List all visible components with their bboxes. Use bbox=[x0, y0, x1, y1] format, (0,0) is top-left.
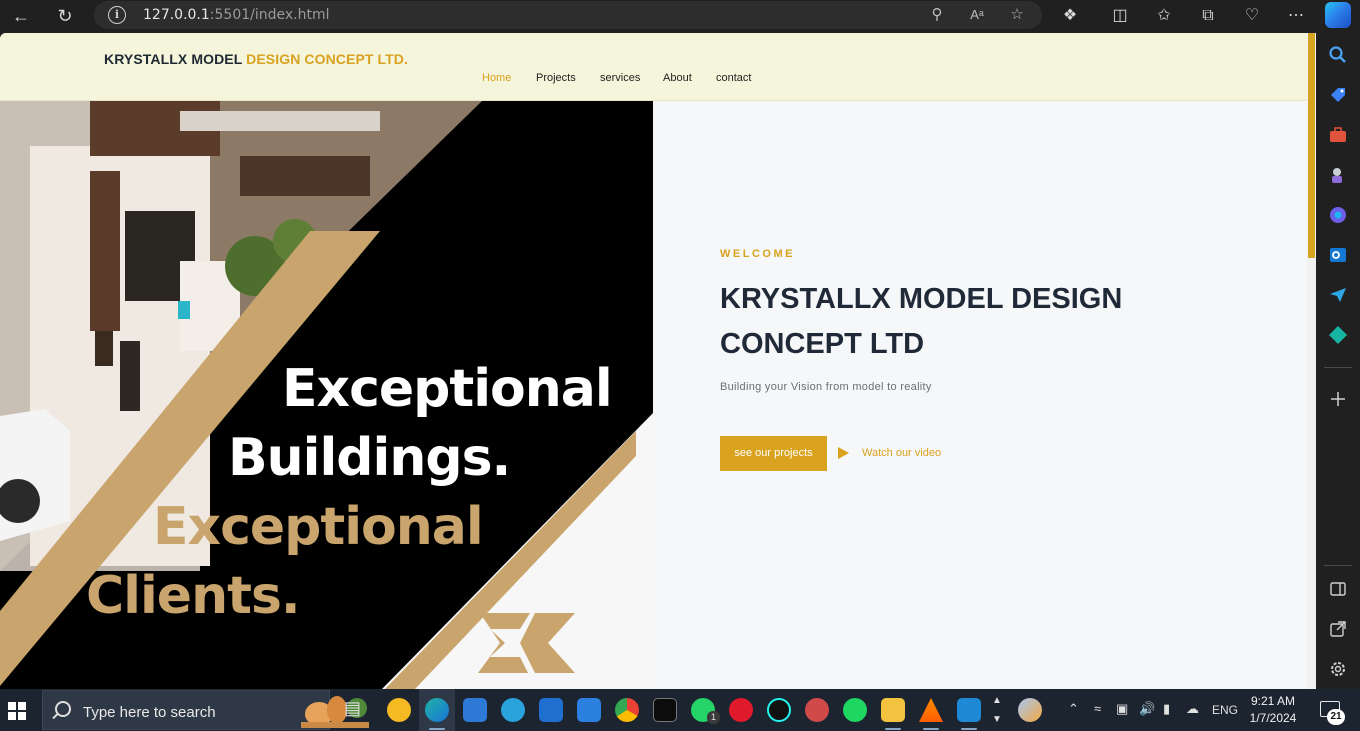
task-view-icon[interactable]: ▤ bbox=[344, 698, 361, 719]
file-explorer-icon[interactable] bbox=[881, 698, 905, 722]
calendar-app-icon[interactable] bbox=[577, 698, 601, 722]
sidebar-divider bbox=[1324, 565, 1352, 566]
favorites-icon[interactable]: ✩ bbox=[1152, 4, 1176, 28]
site-info-icon[interactable]: i bbox=[108, 6, 126, 24]
settings-gear-icon[interactable] bbox=[1328, 659, 1348, 679]
nav-projects[interactable]: Projects bbox=[536, 72, 576, 84]
site-header: KRYSTALLX MODEL DESIGN CONCEPT LTD. Home… bbox=[0, 33, 1307, 101]
tools-icon[interactable] bbox=[1328, 125, 1348, 145]
drop-icon[interactable] bbox=[1328, 325, 1348, 345]
windows-start-icon[interactable] bbox=[8, 702, 26, 720]
battery-icon[interactable]: ▮ bbox=[1163, 701, 1170, 717]
meet-icon[interactable]: ▣ bbox=[1116, 701, 1128, 717]
show-hidden-icons[interactable]: ⌃ bbox=[1068, 701, 1079, 717]
wifi-icon[interactable]: ≈ bbox=[1094, 701, 1101, 716]
language-indicator[interactable]: ENG bbox=[1212, 703, 1238, 717]
brave-app-icon[interactable] bbox=[387, 698, 411, 722]
more-options-icon[interactable]: ⋯ bbox=[1284, 4, 1308, 28]
address-bar[interactable]: i 127.0.0.1:5501/index.html ⚲ Aᵃ ☆ bbox=[94, 1, 1042, 29]
open-external-icon[interactable] bbox=[1328, 619, 1348, 639]
opera-app-icon[interactable] bbox=[729, 698, 753, 722]
nav-about[interactable]: About bbox=[663, 72, 692, 84]
read-aloud-icon[interactable]: Aᵃ bbox=[966, 5, 988, 25]
hero-image-line-4: Clients. bbox=[86, 566, 301, 626]
microsoft-365-icon[interactable] bbox=[1328, 205, 1348, 225]
browser-sidebar bbox=[1316, 33, 1360, 689]
browser-toolbar: ← ↻ i 127.0.0.1:5501/index.html ⚲ Aᵃ ☆ ❖… bbox=[0, 0, 1360, 33]
sidebar-divider bbox=[1324, 367, 1352, 368]
notification-count: 21 bbox=[1327, 709, 1345, 725]
mail-app-icon[interactable] bbox=[539, 698, 563, 722]
refresh-icon[interactable]: ↻ bbox=[52, 4, 78, 28]
open-indicator bbox=[961, 728, 977, 730]
back-icon[interactable]: ← bbox=[8, 4, 34, 28]
nav-services[interactable]: services bbox=[600, 72, 640, 84]
games-icon[interactable] bbox=[1328, 165, 1348, 185]
send-icon[interactable] bbox=[1328, 285, 1348, 305]
extensions-icon[interactable]: ❖ bbox=[1058, 4, 1082, 28]
see-projects-button[interactable]: see our projects bbox=[720, 436, 827, 471]
store-app-icon[interactable] bbox=[463, 698, 487, 722]
hide-sidebar-icon[interactable] bbox=[1328, 579, 1348, 599]
volume-icon[interactable]: 🔊 bbox=[1139, 701, 1155, 717]
copilot-icon[interactable] bbox=[1325, 2, 1351, 28]
favorite-star-icon[interactable]: ☆ bbox=[1006, 5, 1028, 25]
search-placeholder: Type here to search bbox=[83, 704, 216, 721]
tiktok-app-icon[interactable] bbox=[767, 698, 791, 722]
open-indicator bbox=[923, 728, 939, 730]
whatsapp-badge: 1 bbox=[707, 711, 720, 724]
outlook-icon[interactable] bbox=[1328, 245, 1348, 265]
taskbar-search[interactable]: Type here to search bbox=[42, 690, 369, 730]
collections-icon[interactable]: ⧉ bbox=[1196, 4, 1220, 28]
page-scrollbar[interactable] bbox=[1307, 33, 1316, 689]
search-icon bbox=[55, 701, 71, 717]
open-indicator bbox=[885, 728, 901, 730]
site-logo[interactable]: KRYSTALLX MODEL DESIGN CONCEPT LTD. bbox=[104, 51, 408, 67]
play-icon[interactable] bbox=[838, 447, 849, 459]
scrollbar-thumb[interactable] bbox=[1308, 33, 1315, 258]
media-player-icon[interactable] bbox=[805, 698, 829, 722]
page-viewport: KRYSTALLX MODEL DESIGN CONCEPT LTD. Home… bbox=[0, 33, 1307, 689]
split-screen-icon[interactable]: ◫ bbox=[1108, 4, 1132, 28]
taskbar-clock[interactable]: 9:21 AM 1/7/2024 bbox=[1240, 693, 1306, 727]
shopping-tag-icon[interactable] bbox=[1328, 85, 1348, 105]
hero-image: Exceptional Buildings. Exceptional Clien… bbox=[0, 101, 653, 689]
weather-icon[interactable] bbox=[1018, 698, 1042, 722]
terminal-app-icon[interactable] bbox=[653, 698, 677, 722]
active-indicator bbox=[429, 728, 445, 730]
hero-image-line-1: Exceptional bbox=[282, 359, 613, 419]
spotify-app-icon[interactable] bbox=[843, 698, 867, 722]
hero-subtitle: Building your Vision from model to reali… bbox=[720, 381, 932, 393]
welcome-label: WELCOME bbox=[720, 248, 795, 260]
taskbar-overflow-arrows[interactable]: ▲ ▼ bbox=[992, 691, 1002, 729]
zoom-out-icon[interactable]: ⚲ bbox=[926, 5, 948, 25]
onedrive-icon[interactable]: ☁ bbox=[1186, 701, 1199, 717]
edge-app-icon[interactable] bbox=[425, 698, 449, 722]
hero-image-line-2: Buildings. bbox=[228, 428, 511, 488]
url-text[interactable]: 127.0.0.1:5501/index.html bbox=[143, 7, 330, 23]
clock-date: 1/7/2024 bbox=[1249, 711, 1297, 725]
vlc-app-icon[interactable] bbox=[919, 698, 943, 722]
chrome-app-icon[interactable] bbox=[615, 698, 639, 722]
nav-home[interactable]: Home bbox=[482, 72, 511, 84]
nav-contact[interactable]: contact bbox=[716, 72, 751, 84]
add-icon[interactable] bbox=[1328, 389, 1348, 409]
telegram-app-icon[interactable] bbox=[501, 698, 525, 722]
hero-title: KRYSTALLX MODEL DESIGN CONCEPT LTD bbox=[720, 283, 1123, 360]
clock-time: 9:21 AM bbox=[1250, 694, 1296, 708]
watch-video-link[interactable]: Watch our video bbox=[862, 447, 941, 459]
hero-image-line-3: Exceptional bbox=[153, 497, 484, 557]
windows-taskbar: Type here to search ▤ 1 ▲ ▼ ⌃ ≈ ▣ 🔊 ▮ ☁ E… bbox=[0, 689, 1360, 731]
vscode-app-icon[interactable] bbox=[957, 698, 981, 722]
browser-essentials-icon[interactable]: ♡ bbox=[1240, 4, 1264, 28]
search-icon[interactable] bbox=[1328, 45, 1348, 65]
